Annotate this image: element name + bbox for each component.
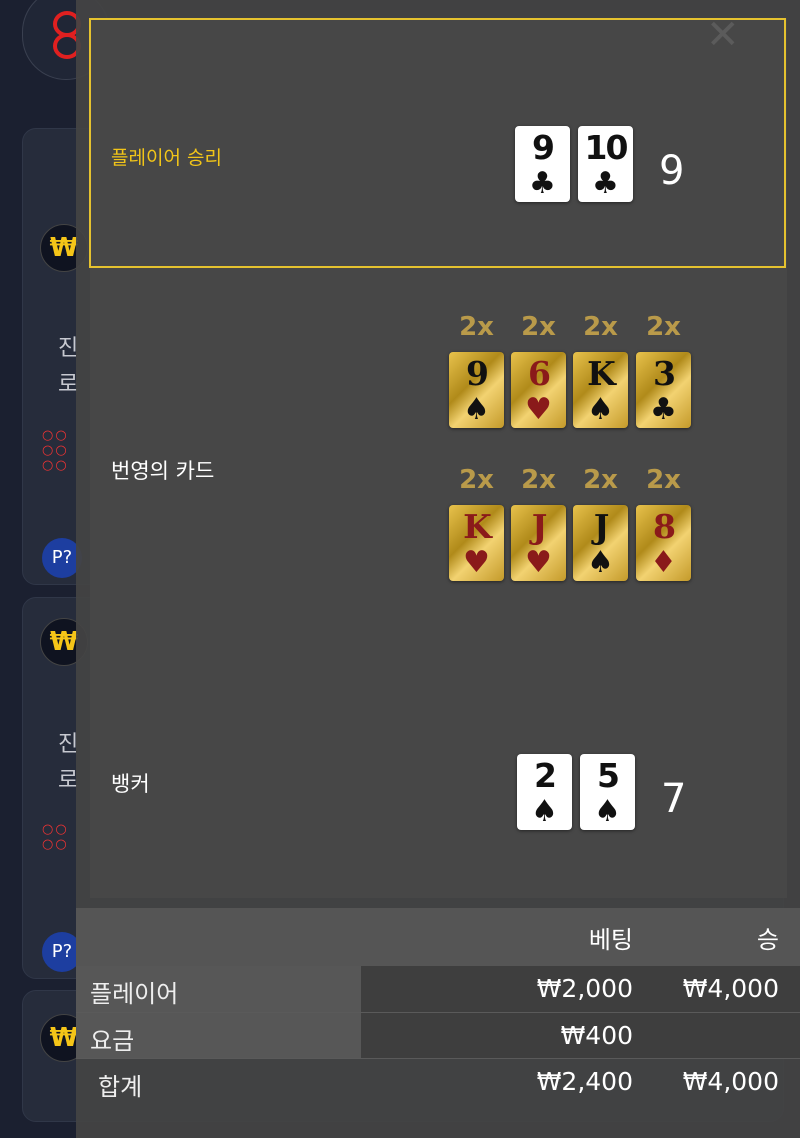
player-score: 9 — [659, 148, 685, 194]
lucky-card: 3 ♣ — [636, 352, 691, 428]
multiplier-label: 2x — [459, 465, 494, 495]
bet-column-header: 베팅 — [588, 926, 633, 954]
lucky-card: 9 ♠ — [449, 352, 504, 428]
banker-card: 2 ♠ — [517, 754, 572, 830]
spade-icon: ♠ — [594, 794, 621, 829]
card-rank: 9 — [532, 128, 555, 167]
heart-icon: ♥ — [525, 545, 552, 580]
road-dots-icon: ○○ ○○ — [42, 822, 69, 852]
spade-icon: ♠ — [587, 392, 614, 427]
card-rank: K — [587, 354, 616, 393]
banker-label: 뱅커 — [111, 772, 150, 796]
row-win: ₩4,000 — [682, 974, 779, 1003]
player-card: 9 ♣ — [515, 126, 570, 202]
lucky-card: 8 ♦ — [636, 505, 691, 581]
card-rank: J — [593, 507, 610, 546]
diamond-icon: ♦ — [650, 545, 677, 580]
table-row: 플레이어 ₩2,000 ₩4,000 — [76, 966, 800, 1012]
card-rank: 10 — [584, 128, 629, 167]
club-icon: ♣ — [592, 166, 619, 201]
lucky-card: J ♥ — [511, 505, 566, 581]
card-rank: 5 — [597, 756, 620, 795]
heart-icon: ♥ — [525, 392, 552, 427]
spade-icon: ♠ — [531, 794, 558, 829]
lucky-cards-label: 번영의 카드 — [111, 459, 215, 483]
row-name: 합계 — [98, 1073, 143, 1101]
card-rank: 8 — [653, 507, 676, 546]
banker-card: 5 ♠ — [580, 754, 635, 830]
card-rank: 2 — [534, 756, 557, 795]
card-rank: 6 — [528, 354, 551, 393]
player-card: 10 ♣ — [578, 126, 633, 202]
row-name: 플레이어 — [90, 980, 179, 1008]
multiplier-label: 2x — [459, 312, 494, 342]
row-win: ₩4,000 — [682, 1067, 779, 1096]
road-dots-icon: ○○ ○○ ○○ — [42, 428, 69, 473]
lucky-card: 6 ♥ — [511, 352, 566, 428]
spade-icon: ♠ — [463, 392, 490, 427]
row-name: 요금 — [90, 1027, 135, 1055]
row-bet: ₩400 — [560, 1021, 633, 1050]
table-row-total: 합계 ₩2,400 ₩4,000 — [76, 1059, 800, 1119]
multiplier-label: 2x — [521, 312, 556, 342]
lucky-card: K ♠ — [573, 352, 628, 428]
club-icon: ♣ — [529, 166, 556, 201]
card-rank: J — [531, 507, 548, 546]
card-rank: 3 — [653, 354, 676, 393]
banker-score: 7 — [661, 776, 687, 822]
card-rank: K — [463, 507, 492, 546]
multiplier-label: 2x — [646, 312, 681, 342]
heart-icon: ♥ — [463, 545, 490, 580]
row-bet: ₩2,000 — [536, 974, 633, 1003]
club-icon: ♣ — [650, 392, 677, 427]
lucky-card: K ♥ — [449, 505, 504, 581]
card-rank: 9 — [466, 354, 489, 393]
bet-table-header — [76, 908, 800, 966]
table-row: 요금 ₩400 — [76, 1013, 800, 1059]
multiplier-label: 2x — [583, 312, 618, 342]
spade-icon: ♠ — [587, 545, 614, 580]
multiplier-label: 2x — [521, 465, 556, 495]
win-column-header: 승 — [756, 926, 779, 954]
row-bet: ₩2,400 — [536, 1067, 633, 1096]
multiplier-label: 2x — [646, 465, 681, 495]
multiplier-label: 2x — [583, 465, 618, 495]
lucky-card: J ♠ — [573, 505, 628, 581]
player-win-label: 플레이어 승리 — [111, 147, 222, 169]
